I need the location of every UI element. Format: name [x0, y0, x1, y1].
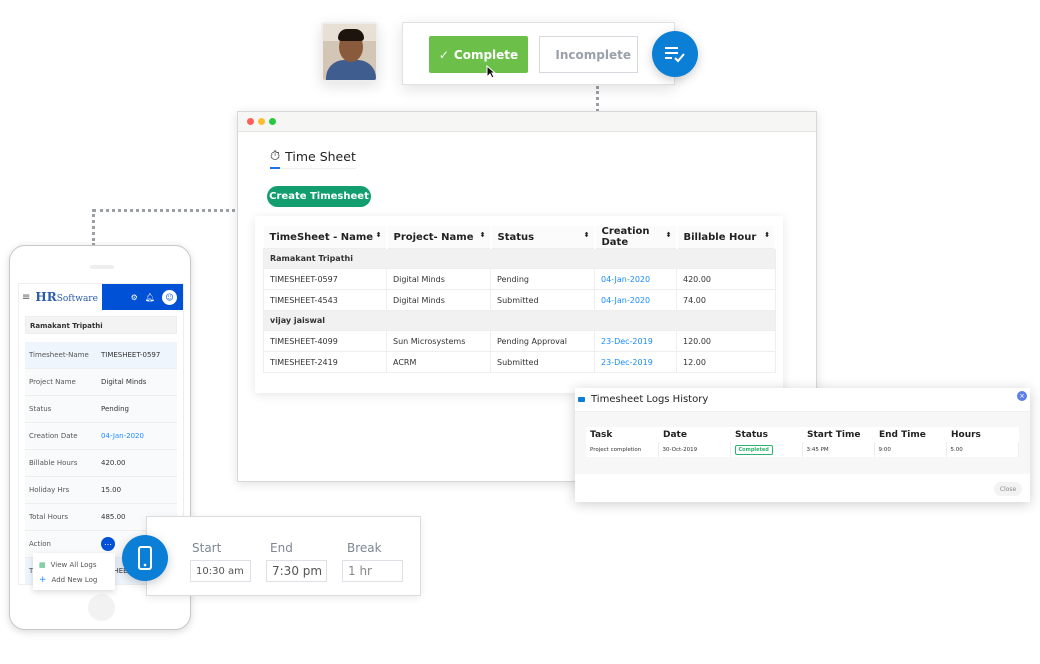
sort-icon: ⬍: [479, 231, 486, 239]
maximize-window-button[interactable]: [269, 118, 276, 125]
close-button[interactable]: Close: [994, 482, 1022, 496]
sort-icon: ⬍: [583, 231, 590, 239]
timesheet-table: TimeSheet - Name ⬍ Project- Name ⬍ Status ⬍…: [263, 226, 776, 373]
menu-item-view-all-logs[interactable]: ▦ View All Logs: [39, 557, 109, 572]
logo: HRSoftware: [35, 290, 98, 304]
phone-speaker: [90, 265, 114, 269]
status-badge: Completed: [734, 444, 773, 455]
bell-icon[interactable]: 🔔︎: [145, 293, 155, 302]
table-row[interactable]: TIMESHEET-4099 Sun Microsystems Pending Ap…: [263, 330, 776, 352]
employee-name: Ramakant Tripathi: [25, 316, 177, 334]
connector-line: [596, 86, 599, 112]
incomplete-button[interactable]: Incomplete: [539, 36, 638, 73]
window-titlebar: [238, 112, 816, 132]
column-header[interactable]: TimeSheet - Name ⬍: [263, 226, 388, 249]
detail-row: Project Name Digital Minds: [25, 369, 177, 396]
menu-item-add-new-log[interactable]: + Add New Log: [39, 572, 109, 587]
cursor-icon: [486, 65, 496, 79]
timesheet-table-card: TimeSheet - Name ⬍ Project- Name ⬍ Status ⬍…: [255, 216, 783, 393]
start-time-input[interactable]: 10:30 am: [190, 560, 251, 582]
column-header[interactable]: Status ⬍: [490, 226, 596, 249]
detail-row: Creation Date 04-Jan-2020: [25, 423, 177, 450]
sort-icon: ⬍: [375, 231, 382, 239]
create-timesheet-button[interactable]: Create Timesheet: [267, 186, 371, 207]
check-icon: ✓: [438, 47, 449, 62]
column-header[interactable]: Billable Hour ⬍: [676, 226, 776, 249]
table-row[interactable]: TIMESHEET-0597 Digital Minds Pending 04-Jan…: [263, 268, 776, 290]
column-header[interactable]: Creation Date ⬍: [594, 226, 678, 249]
avatar: [321, 22, 378, 82]
table-row: Project completion 30-Oct-2019 Completed 3:…: [586, 442, 1019, 457]
connector-line: [92, 209, 95, 246]
time-entry-card: Start 10:30 am End 7:30 pm Break 1 hr: [146, 516, 421, 596]
more-actions-button[interactable]: ⋯: [101, 537, 115, 551]
logs-history-modal: Timesheet Logs History × Task Date Status S…: [575, 388, 1030, 502]
table-row[interactable]: TIMESHEET-2419 ACRM Submitted 23-Dec-2019 12…: [263, 351, 776, 373]
menu-icon[interactable]: ≡: [22, 292, 30, 303]
user-avatar-icon[interactable]: ☺: [162, 289, 177, 305]
settings-icon[interactable]: ⚙: [131, 293, 138, 302]
mobile-icon: [122, 535, 168, 581]
detail-row: Holiday Hrs 15.00: [25, 477, 177, 504]
connector-line: [93, 209, 235, 212]
end-time-input[interactable]: 7:30 pm: [266, 560, 327, 582]
group-row: Ramakant Tripathi: [263, 248, 776, 269]
column-header[interactable]: Project- Name ⬍: [386, 226, 492, 249]
status-card: ✓ Complete Incomplete: [402, 22, 675, 85]
close-window-button[interactable]: [247, 118, 254, 125]
detail-row: Timesheet-Name TIMESHEET-0597: [25, 342, 177, 369]
complete-button[interactable]: ✓ Complete: [429, 36, 528, 73]
home-button[interactable]: [88, 594, 115, 621]
break-input[interactable]: 1 hr: [342, 560, 403, 582]
close-icon[interactable]: ×: [1017, 391, 1027, 401]
action-menu: ▦ View All Logs + Add New Log: [33, 553, 115, 590]
page-title: ⏱ Time Sheet: [270, 149, 356, 169]
detail-row: Billable Hours 420.00: [25, 450, 177, 477]
modal-title: Timesheet Logs History: [591, 394, 709, 405]
group-row: vijay jaiswal: [263, 310, 776, 331]
logs-icon: [578, 397, 585, 402]
checklist-icon: [652, 31, 698, 77]
table-row[interactable]: TIMESHEET-4543 Digital Minds Submitted 04-J…: [263, 289, 776, 311]
stopwatch-icon: ⏱: [270, 149, 281, 164]
minimize-window-button[interactable]: [258, 118, 265, 125]
detail-row: Status Pending: [25, 396, 177, 423]
logs-table: Task Date Status Start Time End Time Hours Pr…: [586, 427, 1019, 457]
plus-icon: +: [39, 574, 47, 585]
sort-icon: ⬍: [764, 231, 770, 239]
logs-icon: ▦: [39, 560, 46, 569]
sort-icon: ⬍: [665, 231, 672, 239]
